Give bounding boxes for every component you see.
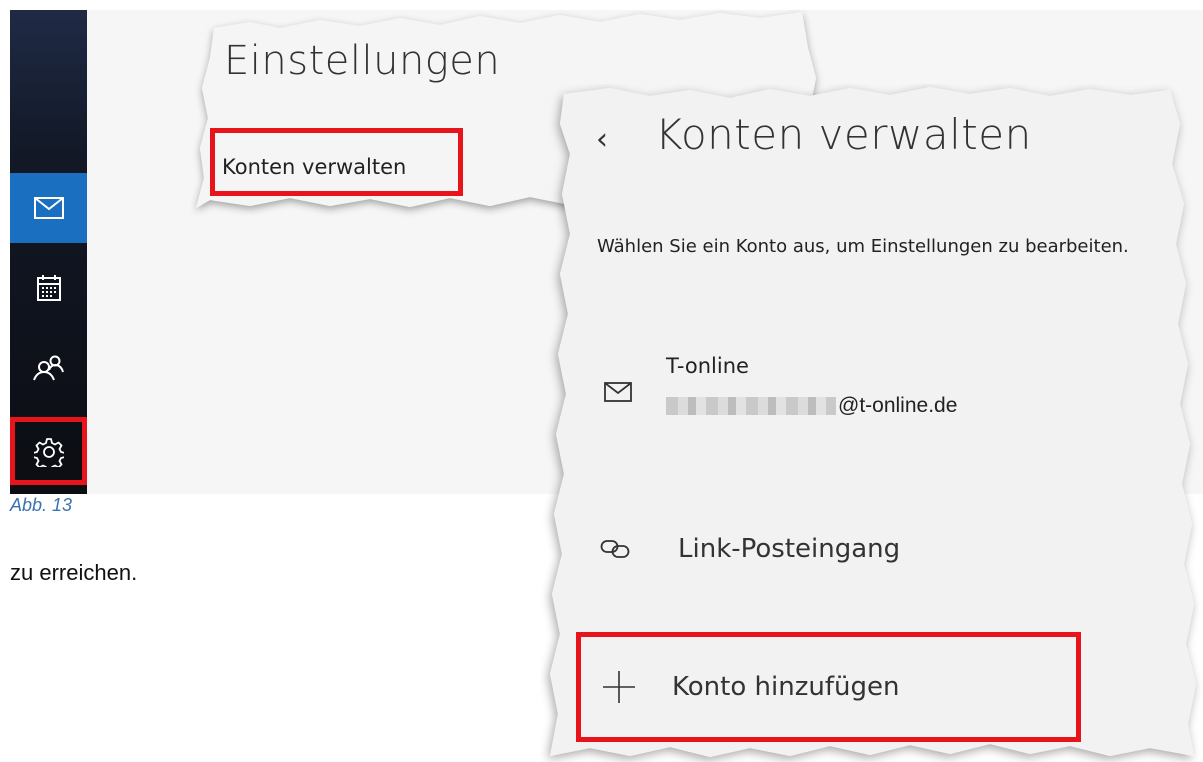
settings-highlight-frame bbox=[10, 417, 87, 485]
manage-accounts-panel: ‹ Konten verwalten Wählen Sie ein Konto … bbox=[540, 84, 1203, 762]
nav-mail-button[interactable] bbox=[10, 173, 87, 243]
account-email-domain: @t-online.de bbox=[838, 394, 958, 417]
linked-inbox-label: Link-Posteingang bbox=[678, 534, 901, 564]
manage-accounts-highlight-frame bbox=[210, 128, 463, 196]
linked-inbox-item[interactable]: Link-Posteingang bbox=[600, 534, 900, 564]
redacted-email-user bbox=[666, 397, 836, 415]
settings-title: Einstellungen bbox=[224, 38, 501, 84]
document-text: zu erreichen. bbox=[10, 560, 138, 585]
figure-caption: Abb. 13 bbox=[10, 495, 73, 515]
calendar-icon bbox=[36, 275, 61, 301]
mail-icon bbox=[604, 382, 632, 402]
manage-accounts-title: Konten verwalten bbox=[655, 110, 1032, 159]
link-icon bbox=[600, 540, 630, 558]
account-name[interactable]: T-online bbox=[666, 354, 749, 378]
people-icon bbox=[32, 355, 64, 381]
account-email[interactable]: @t-online.de bbox=[666, 394, 957, 418]
nav-calendar-button[interactable] bbox=[10, 253, 87, 323]
back-button[interactable]: ‹ bbox=[596, 122, 608, 157]
add-account-highlight-frame bbox=[576, 632, 1081, 742]
nav-people-button[interactable] bbox=[10, 333, 87, 403]
manage-accounts-description: Wählen Sie ein Konto aus, um Einstellung… bbox=[597, 236, 1129, 257]
mail-icon bbox=[33, 197, 64, 219]
